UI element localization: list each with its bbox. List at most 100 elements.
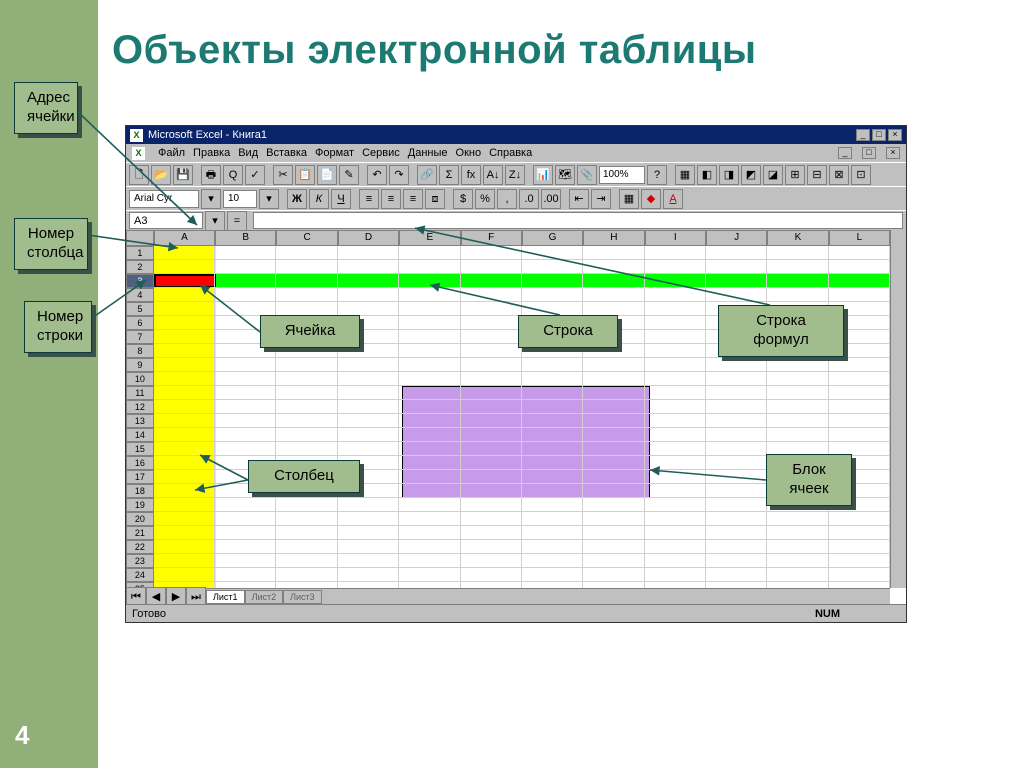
- cell[interactable]: [461, 274, 522, 288]
- cell[interactable]: [706, 358, 767, 372]
- cell[interactable]: [645, 554, 706, 568]
- toolbar-button[interactable]: ✎: [339, 165, 359, 185]
- row-header[interactable]: 11: [126, 386, 154, 400]
- tab-scroll-prev[interactable]: ◀: [146, 587, 166, 605]
- cell[interactable]: [522, 260, 583, 274]
- cell[interactable]: [522, 288, 583, 302]
- cell[interactable]: [583, 526, 644, 540]
- formula-bar[interactable]: [253, 212, 903, 229]
- cell[interactable]: [706, 554, 767, 568]
- cell[interactable]: [522, 400, 583, 414]
- toolbar-button[interactable]: ✂: [273, 165, 293, 185]
- cell[interactable]: [583, 484, 644, 498]
- cell[interactable]: [645, 400, 706, 414]
- cell[interactable]: [399, 554, 460, 568]
- toolbar-standard[interactable]: 🗋 📂 💾 🖶 Q ✓ ✂ 📋 📄 ✎ ↶ ↷ 🔗 Σ fx A↓ Z↓ 📊 🗺…: [126, 162, 906, 186]
- col-header[interactable]: I: [645, 230, 706, 246]
- cell[interactable]: [461, 246, 522, 260]
- row-header[interactable]: 16: [126, 456, 154, 470]
- cell[interactable]: [645, 484, 706, 498]
- cell[interactable]: [215, 568, 276, 582]
- cell[interactable]: [276, 288, 337, 302]
- cell[interactable]: [645, 498, 706, 512]
- cell[interactable]: [338, 246, 399, 260]
- cell[interactable]: [215, 372, 276, 386]
- cell[interactable]: [461, 330, 522, 344]
- cell[interactable]: [154, 484, 215, 498]
- cell[interactable]: [154, 302, 215, 316]
- cell[interactable]: [829, 400, 890, 414]
- cell[interactable]: [522, 540, 583, 554]
- row-header[interactable]: 21: [126, 526, 154, 540]
- merge-button[interactable]: ⧈: [425, 189, 445, 209]
- cell[interactable]: [399, 414, 460, 428]
- cell[interactable]: [645, 246, 706, 260]
- toolbar-button[interactable]: 🗺: [555, 165, 575, 185]
- toolbar-button[interactable]: ◧: [697, 165, 717, 185]
- cell[interactable]: [215, 288, 276, 302]
- cell[interactable]: [461, 358, 522, 372]
- cell[interactable]: [645, 442, 706, 456]
- cell[interactable]: [645, 414, 706, 428]
- col-header[interactable]: E: [399, 230, 460, 246]
- cell[interactable]: [338, 442, 399, 456]
- cell[interactable]: [706, 442, 767, 456]
- menu-item-format[interactable]: Формат: [315, 147, 354, 159]
- cell[interactable]: [338, 400, 399, 414]
- vertical-scrollbar[interactable]: [890, 230, 906, 588]
- currency-button[interactable]: $: [453, 189, 473, 209]
- cell[interactable]: [767, 414, 828, 428]
- cell[interactable]: [461, 316, 522, 330]
- cell[interactable]: [767, 386, 828, 400]
- cell[interactable]: [829, 274, 890, 288]
- cell[interactable]: [338, 358, 399, 372]
- cell[interactable]: [215, 358, 276, 372]
- cell[interactable]: [399, 372, 460, 386]
- cell[interactable]: [461, 442, 522, 456]
- cell[interactable]: [767, 246, 828, 260]
- toolbar-button[interactable]: A↓: [483, 165, 503, 185]
- tab-scroll-next[interactable]: ▶: [166, 587, 186, 605]
- inc-dec-button[interactable]: .0: [519, 189, 539, 209]
- cell[interactable]: [154, 260, 215, 274]
- cell[interactable]: [461, 470, 522, 484]
- cell[interactable]: [645, 386, 706, 400]
- sheet-tab[interactable]: Лист2: [245, 590, 284, 604]
- font-dd-icon[interactable]: ▾: [201, 189, 221, 209]
- menu-bar[interactable]: X Файл Правка Вид Вставка Формат Сервис …: [126, 144, 906, 162]
- cell[interactable]: [522, 274, 583, 288]
- cell[interactable]: [767, 358, 828, 372]
- toolbar-button[interactable]: ↶: [367, 165, 387, 185]
- cell[interactable]: [522, 512, 583, 526]
- minimize-button[interactable]: _: [856, 129, 870, 141]
- cell[interactable]: [215, 414, 276, 428]
- align-center-button[interactable]: ≡: [381, 189, 401, 209]
- menu-item-insert[interactable]: Вставка: [266, 147, 307, 159]
- menu-item-tools[interactable]: Сервис: [362, 147, 400, 159]
- cell[interactable]: [522, 386, 583, 400]
- row-header[interactable]: 15: [126, 442, 154, 456]
- row-header[interactable]: 1: [126, 246, 154, 260]
- cell[interactable]: [767, 260, 828, 274]
- cell[interactable]: [829, 358, 890, 372]
- row-header[interactable]: 12: [126, 400, 154, 414]
- cell[interactable]: [399, 260, 460, 274]
- cell[interactable]: [583, 372, 644, 386]
- cell[interactable]: [461, 428, 522, 442]
- cell[interactable]: [276, 554, 337, 568]
- cell[interactable]: [645, 316, 706, 330]
- cell[interactable]: [154, 246, 215, 260]
- cell[interactable]: [399, 470, 460, 484]
- doc-minimize-button[interactable]: _: [838, 147, 852, 159]
- cell[interactable]: [461, 344, 522, 358]
- toolbar-button[interactable]: Σ: [439, 165, 459, 185]
- cell[interactable]: [215, 526, 276, 540]
- name-dd-icon[interactable]: ▾: [205, 211, 225, 231]
- cell[interactable]: [399, 540, 460, 554]
- menu-item-edit[interactable]: Правка: [193, 147, 230, 159]
- cell[interactable]: [522, 554, 583, 568]
- cell[interactable]: [154, 512, 215, 526]
- toolbar-button[interactable]: 🗋: [129, 165, 149, 185]
- cell[interactable]: [154, 428, 215, 442]
- cell[interactable]: [215, 386, 276, 400]
